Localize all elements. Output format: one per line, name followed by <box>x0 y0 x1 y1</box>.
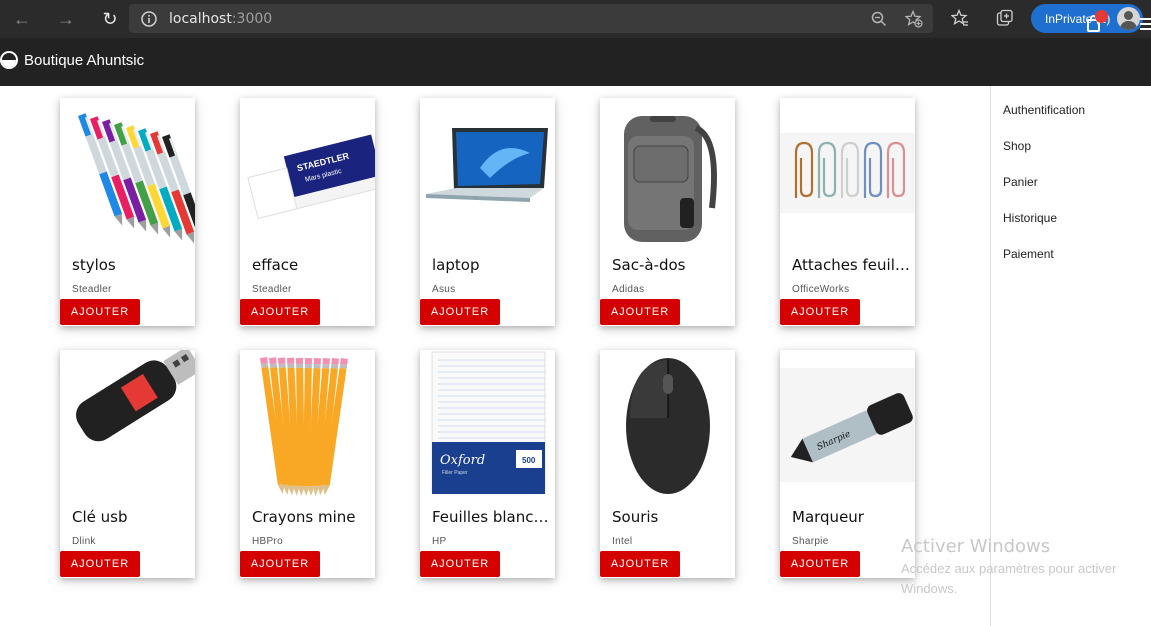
product-card[interactable]: Clé usb Dlink AJOUTER <box>60 350 195 578</box>
app-header: Boutique Ahuntsic <box>0 38 1151 86</box>
add-favorite-icon[interactable] <box>905 9 923 28</box>
product-title: Souris <box>612 508 659 526</box>
product-title: Clé usb <box>72 508 128 526</box>
collections-icon[interactable] <box>996 9 1014 27</box>
product-card[interactable]: Attaches feuilles OfficeWorks AJOUTER <box>780 98 915 326</box>
product-card[interactable]: laptop Asus AJOUTER <box>420 98 555 326</box>
paper-sub-text: Filler Paper <box>442 470 468 476</box>
hamburger-menu-icon[interactable] <box>1140 18 1151 30</box>
side-menu-item-paiement[interactable]: Paiement <box>1003 247 1054 261</box>
add-to-cart-button[interactable]: AJOUTER <box>780 299 860 325</box>
product-title: laptop <box>432 256 480 274</box>
url-port: :3000 <box>231 10 273 27</box>
product-brand: Adidas <box>612 284 645 295</box>
add-to-cart-button[interactable]: AJOUTER <box>60 551 140 577</box>
side-menu-item-panier[interactable]: Panier <box>1003 175 1038 189</box>
cart-badge <box>1095 10 1108 23</box>
product-brand: HBPro <box>252 536 283 547</box>
product-brand: Intel <box>612 536 633 547</box>
product-title: Crayons mine <box>252 508 356 526</box>
add-to-cart-button[interactable]: AJOUTER <box>780 551 860 577</box>
address-bar[interactable]: localhost:3000 <box>129 4 933 33</box>
url-host: localhost <box>169 10 232 27</box>
forward-arrow-icon[interactable]: → <box>44 0 88 38</box>
product-image[interactable] <box>600 98 735 248</box>
product-card[interactable]: stylos Steadler AJOUTER <box>60 98 195 326</box>
brand[interactable]: Boutique Ahuntsic <box>0 51 144 69</box>
refresh-icon[interactable]: ↻ <box>88 0 132 38</box>
product-image[interactable]: Oxford Filler Paper 500 <box>420 350 555 500</box>
info-icon[interactable] <box>141 10 157 27</box>
product-title: Feuilles blanches <box>432 508 550 526</box>
product-card[interactable]: Crayons mine HBPro AJOUTER <box>240 350 375 578</box>
product-brand: Dlink <box>72 536 96 547</box>
add-to-cart-button[interactable]: AJOUTER <box>60 299 140 325</box>
product-brand: OfficeWorks <box>792 284 850 295</box>
add-to-cart-button[interactable]: AJOUTER <box>420 551 500 577</box>
product-title: Sac-à-dos <box>612 256 686 274</box>
address-bar-icons <box>871 4 923 33</box>
product-title: Marqueur <box>792 508 864 526</box>
product-title: Attaches feuilles <box>792 256 910 274</box>
product-title: stylos <box>72 256 116 274</box>
add-to-cart-button[interactable]: AJOUTER <box>240 551 320 577</box>
product-image[interactable] <box>780 98 915 248</box>
windows-activation-subtitle: Accédez aux paramètres pour activer Wind… <box>901 561 1117 596</box>
product-brand: Asus <box>432 284 456 295</box>
product-image[interactable] <box>60 350 195 500</box>
product-card[interactable]: Sac-à-dos Adidas AJOUTER <box>600 98 735 326</box>
product-card[interactable]: Sharpie Marqueur Sharpie AJOUTER <box>780 350 915 578</box>
product-card[interactable]: STAEDTLER Mars plastic efface Steadler A… <box>240 98 375 326</box>
product-image[interactable]: Sharpie <box>780 350 915 500</box>
product-image[interactable] <box>240 350 375 500</box>
side-menu-item-historique[interactable]: Historique <box>1003 211 1057 225</box>
favorites-icon[interactable] <box>951 9 969 27</box>
product-brand: Steadler <box>252 284 292 295</box>
brand-name: Boutique Ahuntsic <box>24 51 145 69</box>
product-brand: Steadler <box>72 284 112 295</box>
product-card[interactable]: Souris Intel AJOUTER <box>600 350 735 578</box>
url-text: localhost:3000 <box>169 11 272 27</box>
product-image[interactable] <box>420 98 555 248</box>
side-menu-item-authentification[interactable]: Authentification <box>1003 103 1085 117</box>
back-arrow-icon[interactable]: ← <box>0 0 44 38</box>
product-title: efface <box>252 256 299 274</box>
product-card[interactable]: Oxford Filler Paper 500 Feuilles blanche… <box>420 350 555 578</box>
product-image[interactable] <box>60 98 195 248</box>
zoom-icon[interactable] <box>871 11 887 27</box>
add-to-cart-button[interactable]: AJOUTER <box>600 551 680 577</box>
product-brand: Sharpie <box>792 536 829 547</box>
add-to-cart-button[interactable]: AJOUTER <box>600 299 680 325</box>
brand-logo-icon <box>0 51 18 69</box>
paper-brand-text: Oxford <box>440 453 485 468</box>
windows-activation-title: Activer Windows <box>901 536 1051 557</box>
add-to-cart-button[interactable]: AJOUTER <box>240 299 320 325</box>
product-brand: HP <box>432 536 447 547</box>
side-menu-item-shop[interactable]: Shop <box>1003 139 1031 153</box>
avatar <box>1117 7 1140 30</box>
product-image[interactable]: STAEDTLER Mars plastic <box>240 98 375 248</box>
add-to-cart-button[interactable]: AJOUTER <box>420 299 500 325</box>
paper-count-text: 500 <box>522 456 536 465</box>
product-image[interactable] <box>600 350 735 500</box>
